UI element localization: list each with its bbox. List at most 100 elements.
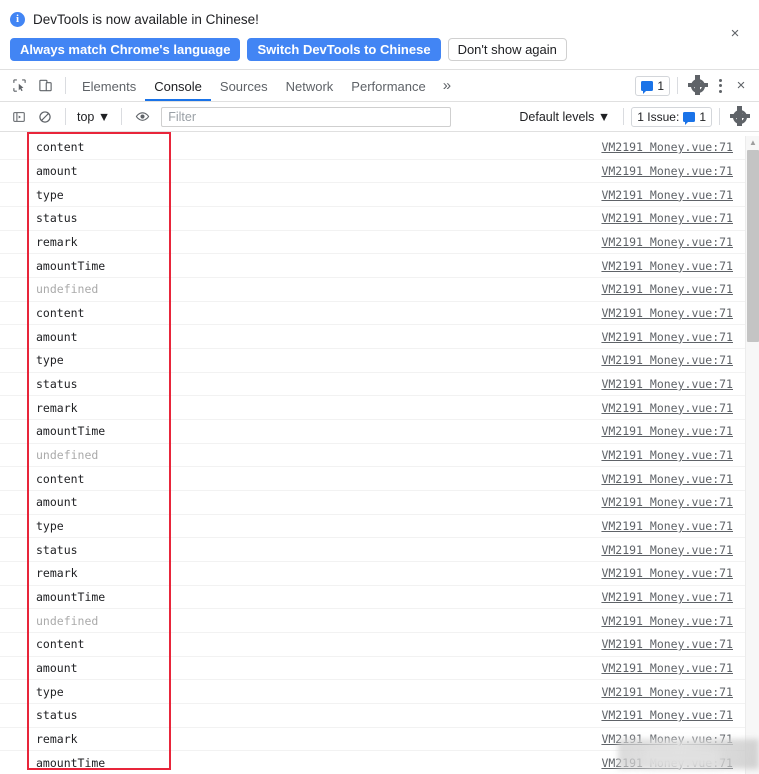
console-message-row[interactable]: status VM2191 Money.vue:71 [0,207,759,231]
tab-performance[interactable]: Performance [342,70,434,101]
console-message-text: undefined [36,448,99,463]
console-message-row[interactable]: type VM2191 Money.vue:71 [0,515,759,539]
console-source-link[interactable]: VM2191 Money.vue:71 [601,661,733,675]
devtools-tabstrip: Elements Console Sources Network Perform… [0,70,759,102]
console-source-link[interactable]: VM2191 Money.vue:71 [601,306,733,320]
console-source-link[interactable]: VM2191 Money.vue:71 [601,353,733,367]
console-message-row[interactable]: type VM2191 Money.vue:71 [0,680,759,705]
console-issues-badge[interactable]: 1 Issue: 1 [631,106,712,127]
console-message-row[interactable]: content VM2191 Money.vue:71 [0,633,759,657]
console-source-link[interactable]: VM2191 Money.vue:71 [601,448,733,462]
console-message-row[interactable]: amount VM2191 Money.vue:71 [0,491,759,515]
console-message-row[interactable]: undefined VM2191 Money.vue:71 [0,444,759,468]
console-message-row[interactable]: remark VM2191 Money.vue:71 [0,231,759,255]
console-toolbar-divider-2 [121,108,123,125]
console-source-link[interactable]: VM2191 Money.vue:71 [601,614,733,628]
console-source-link[interactable]: VM2191 Money.vue:71 [601,401,733,415]
console-message-row[interactable]: amountTime VM2191 Money.vue:71 [0,254,759,279]
tab-network[interactable]: Network [277,70,343,101]
console-source-link[interactable]: VM2191 Money.vue:71 [601,188,733,202]
console-source-link[interactable]: VM2191 Money.vue:71 [601,235,733,249]
console-message-row[interactable]: remark VM2191 Money.vue:71 [0,728,759,752]
console-message-row[interactable]: undefined VM2191 Money.vue:71 [0,609,759,634]
kebab-menu-icon[interactable] [711,73,729,99]
issues-counter-badge[interactable]: 1 [635,75,670,96]
console-source-link[interactable]: VM2191 Money.vue:71 [601,637,733,651]
always-match-chrome-language-button[interactable]: Always match Chrome's language [10,38,241,61]
console-message-text: status [36,211,78,226]
console-source-link[interactable]: VM2191 Money.vue:71 [601,566,733,580]
tab-elements[interactable]: Elements [73,70,145,101]
console-message-row[interactable]: content VM2191 Money.vue:71 [0,136,759,160]
scrollbar-thumb[interactable] [747,150,759,342]
infobar-message-row: i DevTools is now available in Chinese! [10,8,749,30]
switch-devtools-to-chinese-button[interactable]: Switch DevTools to Chinese [247,38,441,61]
console-message-text: remark [36,235,78,250]
device-toolbar-icon[interactable] [32,73,58,99]
console-message-text: amountTime [36,590,106,605]
console-message-text: type [36,187,64,202]
console-toolbar: top ▼ Default levels ▼ 1 Issue: 1 [0,102,759,132]
console-source-link[interactable]: VM2191 Money.vue:71 [601,377,733,391]
console-message-row[interactable]: remark VM2191 Money.vue:71 [0,396,759,421]
console-source-link[interactable]: VM2191 Money.vue:71 [601,590,733,604]
console-source-link[interactable]: VM2191 Money.vue:71 [601,543,733,557]
console-source-link[interactable]: VM2191 Money.vue:71 [601,495,733,509]
console-log-area[interactable]: content VM2191 Money.vue:71 amount VM2191 M… [0,136,759,774]
console-source-link[interactable]: VM2191 Money.vue:71 [601,259,733,273]
live-expression-eye-icon[interactable] [129,104,155,130]
log-levels-dropdown[interactable]: Default levels ▼ [513,110,616,124]
console-message-row[interactable]: remark VM2191 Money.vue:71 [0,562,759,586]
close-icon[interactable]: × [729,73,753,99]
console-message-text: content [36,637,85,652]
console-message-row[interactable]: type VM2191 Money.vue:71 [0,349,759,373]
console-settings-gear-icon[interactable] [727,104,753,130]
console-source-link[interactable]: VM2191 Money.vue:71 [601,472,733,486]
info-icon: i [10,11,25,27]
console-message-text: type [36,519,64,534]
infobar-close-icon[interactable]: × [727,26,743,42]
console-message-row[interactable]: content VM2191 Money.vue:71 [0,302,759,326]
more-tabs-icon[interactable]: » [435,77,459,94]
console-message-row[interactable]: content VM2191 Money.vue:71 [0,467,759,492]
console-message-row[interactable]: undefined VM2191 Money.vue:71 [0,278,759,302]
console-message-row[interactable]: status VM2191 Money.vue:71 [0,704,759,728]
console-source-link[interactable]: VM2191 Money.vue:71 [601,756,733,770]
console-message-text: remark [36,400,78,415]
console-message-row[interactable]: status VM2191 Money.vue:71 [0,538,759,563]
console-source-link[interactable]: VM2191 Money.vue:71 [601,211,733,225]
console-source-link[interactable]: VM2191 Money.vue:71 [601,140,733,154]
inspect-element-icon[interactable] [6,73,32,99]
console-message-text: amount [36,329,78,344]
console-source-link[interactable]: VM2191 Money.vue:71 [601,519,733,533]
console-message-row[interactable]: amountTime VM2191 Money.vue:71 [0,586,759,610]
console-source-link[interactable]: VM2191 Money.vue:71 [601,424,733,438]
console-message-row[interactable]: amountTime VM2191 Money.vue:71 [0,751,759,774]
tab-console[interactable]: Console [145,70,211,101]
message-bubble-icon-2 [683,111,696,125]
console-source-link[interactable]: VM2191 Money.vue:71 [601,282,733,296]
console-message-row[interactable]: amount VM2191 Money.vue:71 [0,325,759,350]
console-message-row[interactable]: amount VM2191 Money.vue:71 [0,160,759,184]
console-source-link[interactable]: VM2191 Money.vue:71 [601,330,733,344]
gear-icon[interactable] [685,73,711,99]
console-filter-input[interactable] [161,106,452,127]
console-source-link[interactable]: VM2191 Money.vue:71 [601,685,733,699]
dont-show-again-button[interactable]: Don't show again [447,38,567,61]
execution-context-selector[interactable]: top ▼ [73,110,114,124]
console-source-link[interactable]: VM2191 Money.vue:71 [601,164,733,178]
issues-counter-value: 1 [657,78,664,93]
console-message-row[interactable]: type VM2191 Money.vue:71 [0,183,759,208]
console-message-text: status [36,708,78,723]
clear-console-icon[interactable] [32,104,58,130]
console-message-text: amount [36,164,78,178]
console-message-row[interactable]: amount VM2191 Money.vue:71 [0,657,759,681]
console-message-row[interactable]: amountTime VM2191 Money.vue:71 [0,420,759,444]
tab-sources[interactable]: Sources [211,70,277,101]
console-source-link[interactable]: VM2191 Money.vue:71 [601,732,733,746]
console-scrollbar[interactable]: ▲ [745,136,759,774]
console-source-link[interactable]: VM2191 Money.vue:71 [601,708,733,722]
console-message-row[interactable]: status VM2191 Money.vue:71 [0,373,759,397]
scrollbar-up-arrow-icon[interactable]: ▲ [746,136,759,149]
console-sidebar-icon[interactable] [6,104,32,130]
